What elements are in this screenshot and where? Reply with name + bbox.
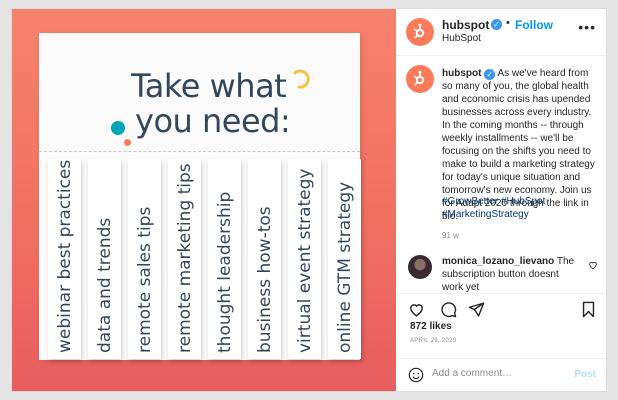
like-heart-icon[interactable] [408,301,425,318]
follow-button[interactable]: Follow [515,18,553,32]
post-sidebar: hubspot ✓ • Follow HubSpot ••• hubspot ✓… [396,9,606,391]
tab-webinar-best-practices: webinar best practices [48,159,81,359]
orange-dot-decoration [124,139,131,146]
add-comment-input[interactable] [432,368,572,379]
teal-dot-decoration [111,121,125,135]
flyer-title-line2: you need: [135,102,291,140]
caption-hashtags[interactable]: #GrowBetter #HubSpot #MarketingStrategy [442,195,592,221]
header-username[interactable]: hubspot [442,18,489,32]
tab-online-gtm-strategy: online GTM strategy [328,159,361,359]
caption-username[interactable]: hubspot [442,68,481,79]
verified-badge-icon: ✓ [491,19,502,30]
tab-remote-sales-tips: remote sales tips [128,159,161,359]
post-comment-button[interactable]: Post [574,369,596,380]
screenshot-frame: Take what you need: webinar best practic… [0,0,618,400]
tab-thought-leadership: thought leadership [208,159,241,359]
instagram-post: Take what you need: webinar best practic… [11,8,607,392]
likes-count[interactable]: 872 likes [410,321,452,332]
commenter-avatar[interactable] [408,255,432,279]
verified-badge-icon: ✓ [484,69,496,80]
separator-dot: • [506,17,510,29]
share-paper-plane-icon[interactable] [468,301,485,318]
tab-data-and-trends: data and trends [88,159,121,359]
tear-off-flyer: Take what you need: webinar best practic… [39,33,361,360]
post-image[interactable]: Take what you need: webinar best practic… [12,9,396,391]
comment: monica_lozano_lievano The subscription b… [442,255,582,294]
emoji-smiley-icon[interactable] [408,367,424,383]
comment-bubble-icon[interactable] [440,301,457,318]
post-date: APRIL 29, 2020 [410,338,457,344]
tear-off-tabs: webinar best practices data and trends r… [39,159,361,359]
tab-business-how-tos: business how-tos [248,159,281,359]
perforation-line [39,151,360,152]
hubspot-sprocket-icon [413,70,425,86]
caption-age: 91 w [442,231,459,240]
orange-hook-decoration [293,69,310,89]
more-options-icon[interactable]: ••• [578,19,596,35]
save-bookmark-icon[interactable] [581,301,596,318]
caption-avatar[interactable] [406,65,434,93]
comment-like-heart-icon[interactable] [588,260,598,270]
action-bar [396,293,606,324]
tab-remote-marketing-tips: remote marketing tips [168,159,201,359]
hubspot-avatar[interactable] [406,18,434,46]
hubspot-sprocket-icon [413,23,425,39]
comment-username[interactable]: monica_lozano_lievano [442,256,554,267]
tab-virtual-event-strategy: virtual event strategy [288,159,321,359]
header-subtitle[interactable]: HubSpot [442,33,481,44]
add-comment-bar: Post [396,358,606,391]
post-header: hubspot ✓ • Follow HubSpot ••• [396,9,606,56]
